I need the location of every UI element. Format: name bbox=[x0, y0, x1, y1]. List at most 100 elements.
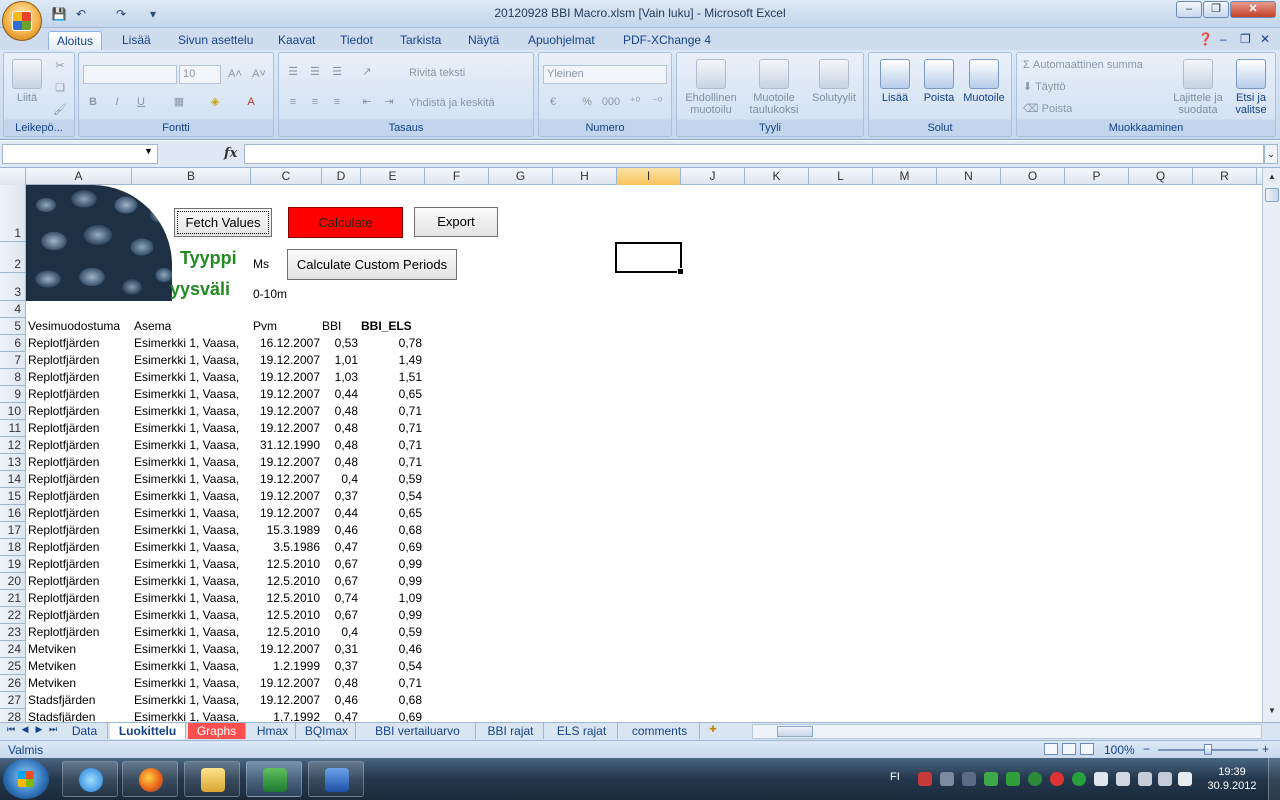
table-cell[interactable]: 0,99 bbox=[361, 574, 422, 588]
decrease-indent-icon[interactable]: ⇤ bbox=[357, 93, 377, 112]
tray-usb-icon[interactable] bbox=[1094, 772, 1108, 786]
table-cell[interactable]: 0,31 bbox=[322, 642, 358, 656]
header-cell[interactable]: BBI bbox=[322, 319, 358, 333]
number-format-select[interactable]: Yleinen bbox=[543, 65, 667, 84]
format-as-table-button[interactable]: Muotoile taulukoksi bbox=[743, 59, 805, 116]
thousands-button[interactable]: 000 bbox=[599, 93, 623, 112]
table-cell[interactable]: Replotfjärden bbox=[28, 557, 132, 571]
tab-aloitus[interactable]: Aloitus bbox=[48, 31, 103, 50]
sheet-tab[interactable]: BBI rajat bbox=[478, 723, 544, 739]
table-cell[interactable]: Esimerkki 1, Vaasa, bbox=[134, 472, 250, 486]
table-cell[interactable]: 15.3.1989 bbox=[253, 523, 320, 537]
table-cell[interactable]: 1,03 bbox=[322, 370, 358, 384]
table-cell[interactable]: Esimerkki 1, Vaasa, bbox=[134, 438, 250, 452]
column-header-e[interactable]: E bbox=[361, 168, 425, 185]
table-cell[interactable]: Replotfjärden bbox=[28, 353, 132, 367]
align-middle-icon[interactable]: ☰ bbox=[305, 63, 325, 82]
table-cell[interactable]: 0,46 bbox=[322, 523, 358, 537]
find-select-button[interactable]: Etsi ja valitse bbox=[1229, 59, 1273, 116]
decrease-decimal-icon[interactable]: ⁻⁰ bbox=[647, 93, 667, 112]
table-cell[interactable]: Replotfjärden bbox=[28, 574, 132, 588]
column-header-f[interactable]: F bbox=[425, 168, 489, 185]
sheet-tab[interactable]: ELS rajat bbox=[546, 723, 618, 739]
taskbar-firefox[interactable] bbox=[122, 761, 178, 797]
tab-apuohjelmat[interactable]: Apuohjelmat bbox=[520, 31, 603, 50]
table-cell[interactable]: 1.2.1999 bbox=[253, 659, 320, 673]
table-cell[interactable]: 1,01 bbox=[322, 353, 358, 367]
table-cell[interactable]: Metviken bbox=[28, 676, 132, 690]
zoom-in-icon[interactable]: + bbox=[1262, 742, 1269, 756]
table-cell[interactable]: 1,09 bbox=[361, 591, 422, 605]
table-cell[interactable]: 0,69 bbox=[361, 540, 422, 554]
table-cell[interactable]: 31.12.1990 bbox=[253, 438, 320, 452]
cut-icon[interactable]: ✂ bbox=[50, 57, 70, 76]
table-cell[interactable]: 0,69 bbox=[361, 710, 422, 722]
table-cell[interactable]: Replotfjärden bbox=[28, 421, 132, 435]
active-cell-i2[interactable] bbox=[615, 242, 684, 275]
select-all-corner[interactable] bbox=[0, 168, 26, 185]
table-cell[interactable]: 0,47 bbox=[322, 710, 358, 722]
header-cell[interactable]: Asema bbox=[134, 319, 250, 333]
table-cell[interactable]: 0,71 bbox=[361, 455, 422, 469]
row-header[interactable]: 3 bbox=[0, 273, 26, 301]
page-layout-view-icon[interactable] bbox=[1062, 743, 1076, 755]
page-break-view-icon[interactable] bbox=[1080, 743, 1094, 755]
calculate-button[interactable]: Calculate bbox=[288, 207, 403, 238]
table-cell[interactable]: 0,48 bbox=[322, 455, 358, 469]
normal-view-icon[interactable] bbox=[1044, 743, 1058, 755]
table-cell[interactable]: 12.5.2010 bbox=[253, 557, 320, 571]
table-cell[interactable]: Replotfjärden bbox=[28, 387, 132, 401]
fill-button[interactable]: ⬇ Täyttö bbox=[1023, 79, 1066, 95]
table-cell[interactable]: Esimerkki 1, Vaasa, bbox=[134, 693, 250, 707]
tray-green-icon[interactable] bbox=[1006, 772, 1020, 786]
tab-nayta[interactable]: Näytä bbox=[460, 31, 507, 50]
table-cell[interactable]: 19.12.2007 bbox=[253, 693, 320, 707]
sort-filter-button[interactable]: Lajittele ja suodata bbox=[1169, 59, 1227, 116]
zoom-out-icon[interactable]: − bbox=[1143, 742, 1150, 756]
insert-sheet-icon[interactable]: ✚ bbox=[706, 724, 720, 735]
tab-lisaa[interactable]: Lisää bbox=[114, 31, 159, 50]
table-cell[interactable]: 0,67 bbox=[322, 557, 358, 571]
fetch-values-button[interactable]: Fetch Values bbox=[174, 208, 272, 237]
row-header[interactable]: 18 bbox=[0, 539, 26, 556]
copy-icon[interactable]: ❏ bbox=[50, 79, 70, 98]
table-cell[interactable]: Replotfjärden bbox=[28, 438, 132, 452]
calculate-custom-periods-button[interactable]: Calculate Custom Periods bbox=[287, 249, 457, 280]
table-cell[interactable]: 0,48 bbox=[322, 421, 358, 435]
table-cell[interactable]: 0,59 bbox=[361, 625, 422, 639]
table-cell[interactable]: 0,54 bbox=[361, 659, 422, 673]
percent-button[interactable]: % bbox=[577, 93, 597, 112]
row-header[interactable]: 4 bbox=[0, 301, 26, 318]
table-cell[interactable]: Esimerkki 1, Vaasa, bbox=[134, 710, 250, 722]
column-header-i[interactable]: I bbox=[617, 168, 681, 185]
table-cell[interactable]: 12.5.2010 bbox=[253, 591, 320, 605]
table-cell[interactable]: Replotfjärden bbox=[28, 540, 132, 554]
header-cell[interactable]: Vesimuodostuma bbox=[28, 319, 132, 333]
table-cell[interactable]: Esimerkki 1, Vaasa, bbox=[134, 659, 250, 673]
row-header[interactable]: 1 bbox=[0, 185, 26, 242]
table-cell[interactable]: 12.5.2010 bbox=[253, 574, 320, 588]
row-header[interactable]: 26 bbox=[0, 675, 26, 692]
tray-sync-icon[interactable] bbox=[1072, 772, 1086, 786]
sheet-tab[interactable]: BBI vertailuarvo bbox=[360, 723, 476, 739]
font-size-select[interactable]: 10 bbox=[179, 65, 221, 84]
column-header-m[interactable]: M bbox=[873, 168, 937, 185]
table-cell[interactable]: Esimerkki 1, Vaasa, bbox=[134, 540, 250, 554]
column-header-p[interactable]: P bbox=[1065, 168, 1129, 185]
row-header[interactable]: 9 bbox=[0, 386, 26, 403]
table-cell[interactable]: 0,65 bbox=[361, 506, 422, 520]
taskbar-excel[interactable] bbox=[246, 761, 302, 797]
sheet-tab[interactable]: Luokittelu bbox=[110, 723, 186, 739]
table-cell[interactable]: 0,4 bbox=[322, 472, 358, 486]
formula-input[interactable] bbox=[244, 144, 1264, 164]
tray-blocked-icon[interactable] bbox=[1050, 772, 1064, 786]
row-header[interactable]: 19 bbox=[0, 556, 26, 573]
horizontal-scrollbar[interactable] bbox=[752, 724, 1262, 739]
wrap-text-button[interactable]: Rivitä teksti bbox=[409, 65, 465, 81]
table-cell[interactable]: 0,71 bbox=[361, 676, 422, 690]
table-cell[interactable]: 1.7.1992 bbox=[253, 710, 320, 722]
row-header[interactable]: 7 bbox=[0, 352, 26, 369]
help-icon[interactable]: ❓ bbox=[1198, 32, 1213, 46]
table-cell[interactable]: Stadsfjärden bbox=[28, 693, 132, 707]
insert-cells-button[interactable]: Lisää bbox=[873, 59, 917, 104]
